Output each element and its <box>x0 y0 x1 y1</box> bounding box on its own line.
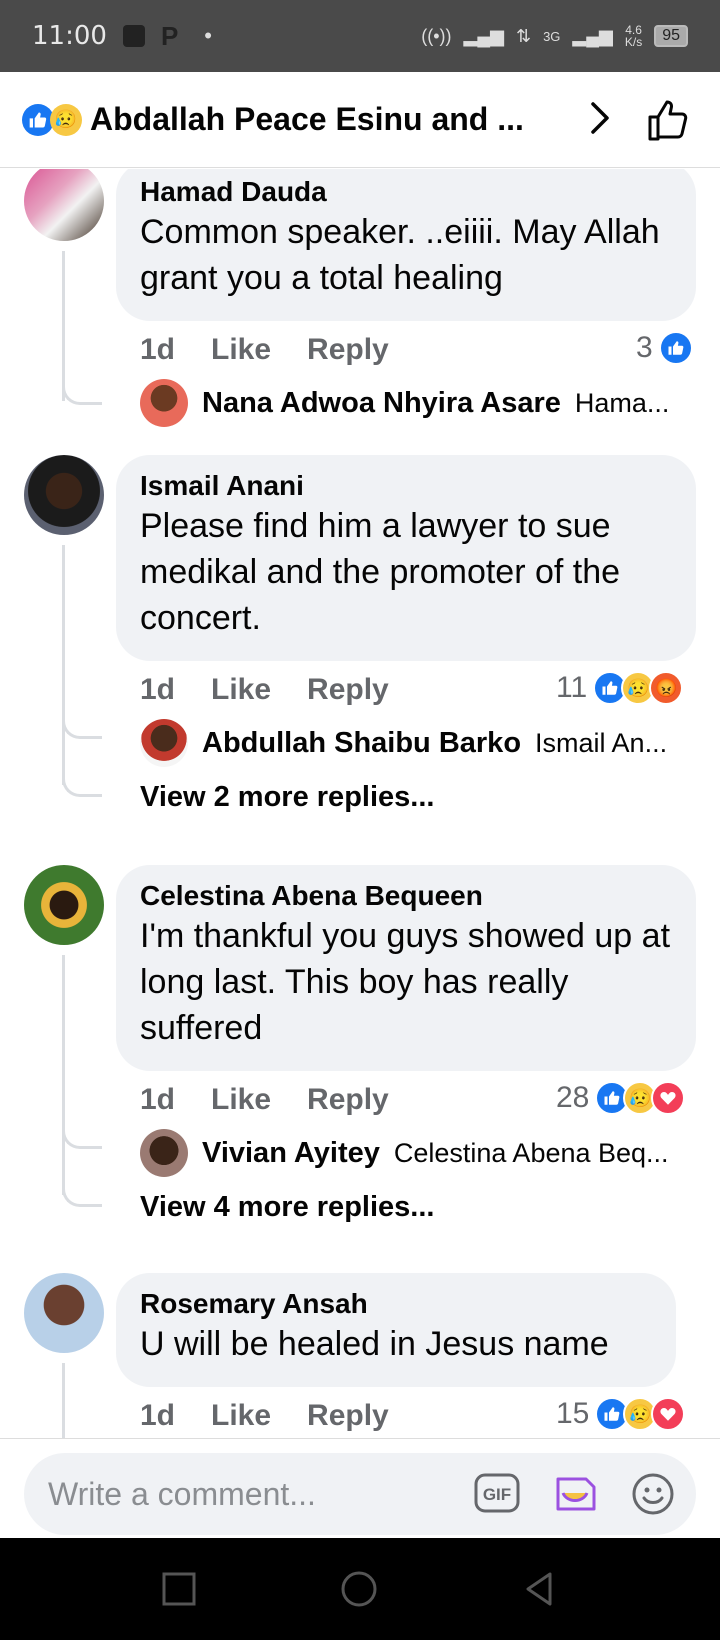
comment-3: Celestina Abena Bequeen I'm thankful you… <box>0 865 720 1265</box>
reaction-count[interactable]: 28 😥 <box>556 1081 686 1115</box>
comment-age[interactable]: 1d <box>140 1399 175 1433</box>
reply-text: Ismail An... <box>535 727 668 758</box>
reply-text: Hama... <box>574 387 670 418</box>
like-button[interactable]: Like <box>211 333 271 367</box>
notification-square-icon <box>122 25 145 47</box>
comment-actions: 1d Like Reply <box>140 673 425 707</box>
comment-author[interactable]: Hamad Dauda <box>140 175 672 209</box>
comment-bubble[interactable]: Rosemary Ansah U will be healed in Jesus… <box>116 1273 676 1387</box>
comment-author[interactable]: Ismail Anani <box>140 469 672 503</box>
like-outline-icon[interactable] <box>644 96 692 144</box>
reaction-count[interactable]: 3 <box>636 331 693 365</box>
reply-author[interactable]: Abdullah Shaibu Barko <box>202 727 521 760</box>
reaction-count[interactable]: 11 😥 😡 <box>556 671 684 705</box>
thread-connector <box>62 1105 102 1149</box>
comment-age[interactable]: 1d <box>140 673 175 707</box>
signal-icon-2: ▂▄▆ <box>572 25 613 46</box>
signal-icon: ▂▄▆ <box>463 25 504 46</box>
reactions-title[interactable]: Abdallah Peace Esinu and ... <box>90 101 560 138</box>
comment-age[interactable]: 1d <box>140 333 175 367</box>
reply-button[interactable]: Reply <box>307 333 389 367</box>
view-more-replies[interactable]: View 4 more replies... <box>140 1191 434 1224</box>
thread-line <box>62 545 65 785</box>
love-reaction-icon <box>651 1397 686 1431</box>
reply-preview[interactable]: Abdullah Shaibu Barko Ismail An... <box>140 719 700 767</box>
gif-icon[interactable]: GIF <box>474 1473 520 1513</box>
thread-line <box>62 1363 65 1439</box>
reply-text: Celestina Abena Beq... <box>393 1137 669 1168</box>
comment-age[interactable]: 1d <box>140 1083 175 1117</box>
reply-preview[interactable]: Nana Adwoa Nhyira Asare Hama... <box>140 379 700 427</box>
parking-notification-icon: P <box>160 20 179 51</box>
reply-button[interactable]: Reply <box>307 1399 389 1433</box>
reply-button[interactable]: Reply <box>307 673 389 707</box>
comment-bubble[interactable]: Ismail Anani Please find him a lawyer to… <box>116 455 696 661</box>
comment-text: Common speaker. ..eiiii. May Allah grant… <box>140 213 660 297</box>
svg-text:GIF: GIF <box>483 1485 511 1504</box>
thread-line <box>62 955 65 1195</box>
comment-actions: 1d Like Reply <box>140 333 425 367</box>
back-triangle-icon[interactable] <box>516 1566 562 1612</box>
status-time: 11:00 <box>32 21 107 51</box>
angry-reaction-icon: 😡 <box>649 671 684 705</box>
sad-reaction-icon: 😥 <box>50 103 82 136</box>
view-more-replies[interactable]: View 2 more replies... <box>140 781 434 814</box>
comment-actions: 1d Like Reply <box>140 1083 425 1117</box>
sticker-icon[interactable] <box>552 1471 598 1517</box>
comment-4: Rosemary Ansah U will be healed in Jesus… <box>0 1273 720 1439</box>
comment-composer: Write a comment... GIF <box>0 1438 720 1538</box>
chevron-right-icon[interactable] <box>580 98 620 138</box>
avatar[interactable] <box>140 1129 188 1177</box>
like-reaction-icon <box>658 331 693 365</box>
avatar[interactable] <box>24 1273 104 1353</box>
reaction-count[interactable]: 15 😥 <box>556 1397 686 1431</box>
net-type: 3G <box>543 28 561 44</box>
thread-connector <box>62 1163 102 1207</box>
comment-actions: 1d Like Reply <box>140 1399 425 1433</box>
thread-connector <box>62 361 102 405</box>
like-button[interactable]: Like <box>211 1399 271 1433</box>
reply-button[interactable]: Reply <box>307 1083 389 1117</box>
comment-bubble[interactable]: Celestina Abena Bequeen I'm thankful you… <box>116 865 696 1071</box>
comments-sheet: 😥 Abdallah Peace Esinu and ... Hamad Dau… <box>0 72 720 1538</box>
avatar[interactable] <box>140 719 188 767</box>
love-reaction-icon <box>651 1081 686 1115</box>
comment-2: Ismail Anani Please find him a lawyer to… <box>0 455 720 855</box>
reply-preview[interactable]: Vivian Ayitey Celestina Abena Beq... <box>140 1129 700 1177</box>
avatar[interactable] <box>140 379 188 427</box>
comment-thread[interactable]: Hamad Dauda Common speaker. ..eiiii. May… <box>0 169 720 1439</box>
recents-square-icon[interactable] <box>156 1566 202 1612</box>
comment-text: U will be healed in Jesus name <box>140 1325 609 1363</box>
status-right: ((•)) ▂▄▆ ⇅ 3G ▂▄▆ 4.6 K/s 95 <box>421 24 688 48</box>
battery-icon: 95 <box>654 25 688 47</box>
hotspot-icon: ((•)) <box>421 25 452 46</box>
avatar[interactable] <box>24 455 104 535</box>
like-button[interactable]: Like <box>211 673 271 707</box>
comment-author[interactable]: Rosemary Ansah <box>140 1287 652 1321</box>
comment-text: I'm thankful you guys showed up at long … <box>140 917 671 1047</box>
status-bar: 11:00 P • ((•)) ▂▄▆ ⇅ 3G ▂▄▆ 4.6 K/s 95 <box>0 0 720 72</box>
thread-connector <box>62 695 102 739</box>
reply-author[interactable]: Nana Adwoa Nhyira Asare <box>202 387 561 420</box>
comment-author[interactable]: Celestina Abena Bequeen <box>140 879 672 913</box>
avatar[interactable] <box>24 865 104 945</box>
comment-text: Please find him a lawyer to sue medikal … <box>140 507 621 637</box>
avatar[interactable] <box>24 169 104 241</box>
reply-author[interactable]: Vivian Ayitey <box>202 1137 380 1170</box>
comment-input-placeholder[interactable]: Write a comment... <box>48 1476 438 1513</box>
reactions-header[interactable]: 😥 Abdallah Peace Esinu and ... <box>0 72 720 168</box>
comment-bubble[interactable]: Hamad Dauda Common speaker. ..eiiii. May… <box>116 169 696 321</box>
emoji-icon[interactable] <box>630 1471 676 1517</box>
thread-connector <box>62 753 102 797</box>
comment-1: Hamad Dauda Common speaker. ..eiiii. May… <box>0 169 720 427</box>
data-arrows-icon: ⇅ <box>515 25 532 46</box>
status-dot: • <box>204 23 212 48</box>
like-button[interactable]: Like <box>211 1083 271 1117</box>
home-circle-icon[interactable] <box>336 1566 382 1612</box>
system-nav-bar <box>0 1538 720 1640</box>
comment-input[interactable]: Write a comment... GIF <box>24 1453 696 1535</box>
net-speed: 4.6 K/s <box>624 23 643 49</box>
